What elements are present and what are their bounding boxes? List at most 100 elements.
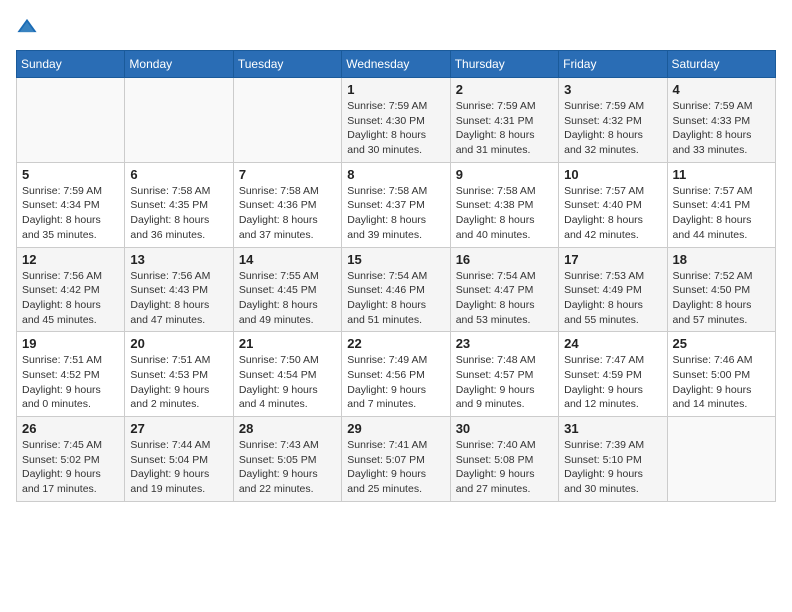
day-number: 23 xyxy=(456,336,553,351)
calendar-cell: 22 Sunrise: 7:49 AM Sunset: 4:56 PM Dayli… xyxy=(342,332,450,417)
day-number: 19 xyxy=(22,336,119,351)
calendar-cell: 10Sunrise: 7:57 AM Sunset: 4:40 PM Dayli… xyxy=(559,162,667,247)
logo-icon xyxy=(16,16,38,38)
day-number: 18 xyxy=(673,252,770,267)
calendar-cell: 23 Sunrise: 7:48 AM Sunset: 4:57 PM Dayli… xyxy=(450,332,558,417)
calendar-cell: 4 Sunrise: 7:59 AM Sunset: 4:33 PM Daylig… xyxy=(667,78,775,163)
calendar-header-row: SundayMondayTuesdayWednesdayThursdayFrid… xyxy=(17,51,776,78)
day-info: Sunrise: 7:43 AM Sunset: 5:05 PM Dayligh… xyxy=(239,438,336,497)
calendar-week-row: 19 Sunrise: 7:51 AM Sunset: 4:52 PM Dayli… xyxy=(17,332,776,417)
day-number: 25 xyxy=(673,336,770,351)
day-info: Sunrise: 7:59 AM Sunset: 4:30 PM Dayligh… xyxy=(347,99,444,158)
calendar-cell: 8 Sunrise: 7:58 AM Sunset: 4:37 PM Daylig… xyxy=(342,162,450,247)
day-info: Sunrise: 7:47 AM Sunset: 4:59 PM Dayligh… xyxy=(564,353,661,412)
day-info: Sunrise: 7:54 AM Sunset: 4:47 PM Dayligh… xyxy=(456,269,553,328)
calendar-cell: 21Sunrise: 7:50 AM Sunset: 4:54 PM Dayli… xyxy=(233,332,341,417)
weekday-header-saturday: Saturday xyxy=(667,51,775,78)
calendar-cell: 24 Sunrise: 7:47 AM Sunset: 4:59 PM Dayli… xyxy=(559,332,667,417)
weekday-header-thursday: Thursday xyxy=(450,51,558,78)
day-number: 24 xyxy=(564,336,661,351)
page-header xyxy=(16,16,776,38)
day-number: 12 xyxy=(22,252,119,267)
day-number: 15 xyxy=(347,252,444,267)
calendar-cell: 15 Sunrise: 7:54 AM Sunset: 4:46 PM Dayli… xyxy=(342,247,450,332)
calendar-cell: 14 Sunrise: 7:55 AM Sunset: 4:45 PM Dayli… xyxy=(233,247,341,332)
day-number: 6 xyxy=(130,167,227,182)
day-info: Sunrise: 7:59 AM Sunset: 4:32 PM Dayligh… xyxy=(564,99,661,158)
calendar-cell xyxy=(125,78,233,163)
day-info: Sunrise: 7:52 AM Sunset: 4:50 PM Dayligh… xyxy=(673,269,770,328)
calendar-cell: 9Sunrise: 7:58 AM Sunset: 4:38 PM Daylig… xyxy=(450,162,558,247)
calendar-cell xyxy=(667,417,775,502)
day-info: Sunrise: 7:58 AM Sunset: 4:36 PM Dayligh… xyxy=(239,184,336,243)
calendar-cell: 2 Sunrise: 7:59 AM Sunset: 4:31 PM Daylig… xyxy=(450,78,558,163)
calendar-cell: 11Sunrise: 7:57 AM Sunset: 4:41 PM Dayli… xyxy=(667,162,775,247)
day-info: Sunrise: 7:48 AM Sunset: 4:57 PM Dayligh… xyxy=(456,353,553,412)
day-number: 27 xyxy=(130,421,227,436)
day-info: Sunrise: 7:54 AM Sunset: 4:46 PM Dayligh… xyxy=(347,269,444,328)
calendar-cell: 17 Sunrise: 7:53 AM Sunset: 4:49 PM Dayli… xyxy=(559,247,667,332)
day-info: Sunrise: 7:51 AM Sunset: 4:53 PM Dayligh… xyxy=(130,353,227,412)
day-info: Sunrise: 7:49 AM Sunset: 4:56 PM Dayligh… xyxy=(347,353,444,412)
calendar-cell: 13 Sunrise: 7:56 AM Sunset: 4:43 PM Dayli… xyxy=(125,247,233,332)
calendar-cell: 29 Sunrise: 7:41 AM Sunset: 5:07 PM Dayli… xyxy=(342,417,450,502)
day-info: Sunrise: 7:59 AM Sunset: 4:33 PM Dayligh… xyxy=(673,99,770,158)
logo xyxy=(16,16,42,38)
day-info: Sunrise: 7:59 AM Sunset: 4:31 PM Dayligh… xyxy=(456,99,553,158)
day-info: Sunrise: 7:58 AM Sunset: 4:37 PM Dayligh… xyxy=(347,184,444,243)
calendar-week-row: 26 Sunrise: 7:45 AM Sunset: 5:02 PM Dayli… xyxy=(17,417,776,502)
day-number: 21 xyxy=(239,336,336,351)
calendar-cell: 20 Sunrise: 7:51 AM Sunset: 4:53 PM Dayli… xyxy=(125,332,233,417)
day-number: 29 xyxy=(347,421,444,436)
day-number: 17 xyxy=(564,252,661,267)
day-info: Sunrise: 7:56 AM Sunset: 4:43 PM Dayligh… xyxy=(130,269,227,328)
calendar-cell: 30Sunrise: 7:40 AM Sunset: 5:08 PM Dayli… xyxy=(450,417,558,502)
day-number: 2 xyxy=(456,82,553,97)
day-number: 3 xyxy=(564,82,661,97)
calendar-cell: 7Sunrise: 7:58 AM Sunset: 4:36 PM Daylig… xyxy=(233,162,341,247)
day-info: Sunrise: 7:51 AM Sunset: 4:52 PM Dayligh… xyxy=(22,353,119,412)
day-number: 9 xyxy=(456,167,553,182)
day-number: 30 xyxy=(456,421,553,436)
day-number: 1 xyxy=(347,82,444,97)
day-info: Sunrise: 7:55 AM Sunset: 4:45 PM Dayligh… xyxy=(239,269,336,328)
day-number: 31 xyxy=(564,421,661,436)
day-number: 8 xyxy=(347,167,444,182)
day-info: Sunrise: 7:59 AM Sunset: 4:34 PM Dayligh… xyxy=(22,184,119,243)
day-number: 11 xyxy=(673,167,770,182)
day-info: Sunrise: 7:53 AM Sunset: 4:49 PM Dayligh… xyxy=(564,269,661,328)
day-number: 26 xyxy=(22,421,119,436)
calendar-cell xyxy=(17,78,125,163)
calendar-cell: 16Sunrise: 7:54 AM Sunset: 4:47 PM Dayli… xyxy=(450,247,558,332)
day-number: 20 xyxy=(130,336,227,351)
day-info: Sunrise: 7:39 AM Sunset: 5:10 PM Dayligh… xyxy=(564,438,661,497)
day-info: Sunrise: 7:56 AM Sunset: 4:42 PM Dayligh… xyxy=(22,269,119,328)
day-number: 14 xyxy=(239,252,336,267)
day-number: 22 xyxy=(347,336,444,351)
weekday-header-tuesday: Tuesday xyxy=(233,51,341,78)
calendar-cell xyxy=(233,78,341,163)
day-number: 28 xyxy=(239,421,336,436)
calendar-week-row: 12 Sunrise: 7:56 AM Sunset: 4:42 PM Dayli… xyxy=(17,247,776,332)
calendar-cell: 19 Sunrise: 7:51 AM Sunset: 4:52 PM Dayli… xyxy=(17,332,125,417)
day-number: 13 xyxy=(130,252,227,267)
day-info: Sunrise: 7:44 AM Sunset: 5:04 PM Dayligh… xyxy=(130,438,227,497)
calendar-cell: 28 Sunrise: 7:43 AM Sunset: 5:05 PM Dayli… xyxy=(233,417,341,502)
calendar-cell: 18 Sunrise: 7:52 AM Sunset: 4:50 PM Dayli… xyxy=(667,247,775,332)
calendar-cell: 12 Sunrise: 7:56 AM Sunset: 4:42 PM Dayli… xyxy=(17,247,125,332)
day-info: Sunrise: 7:46 AM Sunset: 5:00 PM Dayligh… xyxy=(673,353,770,412)
calendar-cell: 25 Sunrise: 7:46 AM Sunset: 5:00 PM Dayli… xyxy=(667,332,775,417)
weekday-header-sunday: Sunday xyxy=(17,51,125,78)
day-info: Sunrise: 7:41 AM Sunset: 5:07 PM Dayligh… xyxy=(347,438,444,497)
calendar-cell: 1 Sunrise: 7:59 AM Sunset: 4:30 PM Daylig… xyxy=(342,78,450,163)
weekday-header-monday: Monday xyxy=(125,51,233,78)
day-info: Sunrise: 7:58 AM Sunset: 4:35 PM Dayligh… xyxy=(130,184,227,243)
calendar-cell: 6 Sunrise: 7:58 AM Sunset: 4:35 PM Daylig… xyxy=(125,162,233,247)
calendar-cell: 3 Sunrise: 7:59 AM Sunset: 4:32 PM Daylig… xyxy=(559,78,667,163)
calendar-cell: 5Sunrise: 7:59 AM Sunset: 4:34 PM Daylig… xyxy=(17,162,125,247)
calendar-week-row: 1 Sunrise: 7:59 AM Sunset: 4:30 PM Daylig… xyxy=(17,78,776,163)
day-info: Sunrise: 7:45 AM Sunset: 5:02 PM Dayligh… xyxy=(22,438,119,497)
calendar-cell: 26 Sunrise: 7:45 AM Sunset: 5:02 PM Dayli… xyxy=(17,417,125,502)
day-number: 4 xyxy=(673,82,770,97)
weekday-header-friday: Friday xyxy=(559,51,667,78)
